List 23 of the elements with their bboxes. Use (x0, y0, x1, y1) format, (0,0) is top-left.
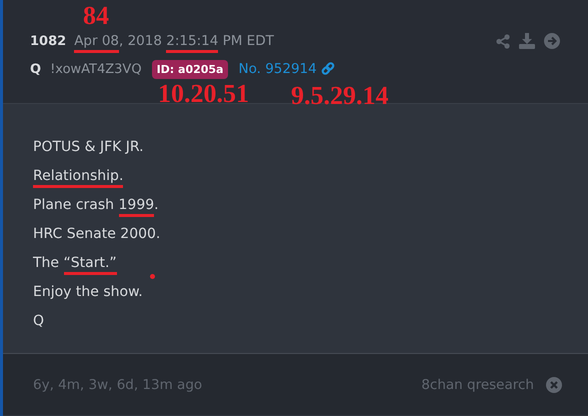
post-line: Enjoy the show. (33, 283, 144, 302)
tripcode: !xowAT4Z3VQ (50, 62, 142, 76)
id-badge: ID: a0205a (152, 60, 228, 78)
post-line: The “Start.” (33, 253, 588, 282)
post-line: POTUS & JFK JR. (33, 138, 145, 157)
annotation-number: 10.20.51 (158, 80, 249, 108)
link-icon[interactable] (320, 62, 335, 76)
post-line: HRC Senate 2000. (33, 225, 162, 244)
share-icon[interactable] (496, 34, 510, 48)
annotation-number: 84 (83, 2, 109, 30)
post-line: Q (33, 312, 46, 331)
annotation-dot (150, 274, 155, 279)
post-age: 6y, 4m, 3w, 6d, 13m ago (33, 376, 202, 392)
close-icon[interactable] (546, 376, 562, 392)
arrow-circle-icon[interactable] (544, 33, 560, 49)
post-line: Plane crash 1999. (33, 195, 588, 224)
post-number: 1082 (30, 34, 66, 48)
source-label: 8chan qresearch (421, 376, 534, 392)
download-icon[interactable] (519, 33, 535, 49)
author-name: Q (30, 62, 42, 76)
post-link[interactable]: No. 952914 (238, 61, 317, 77)
post-line: Relationship. (33, 166, 588, 195)
annotation-number: 9.5.29.14 (291, 82, 388, 110)
